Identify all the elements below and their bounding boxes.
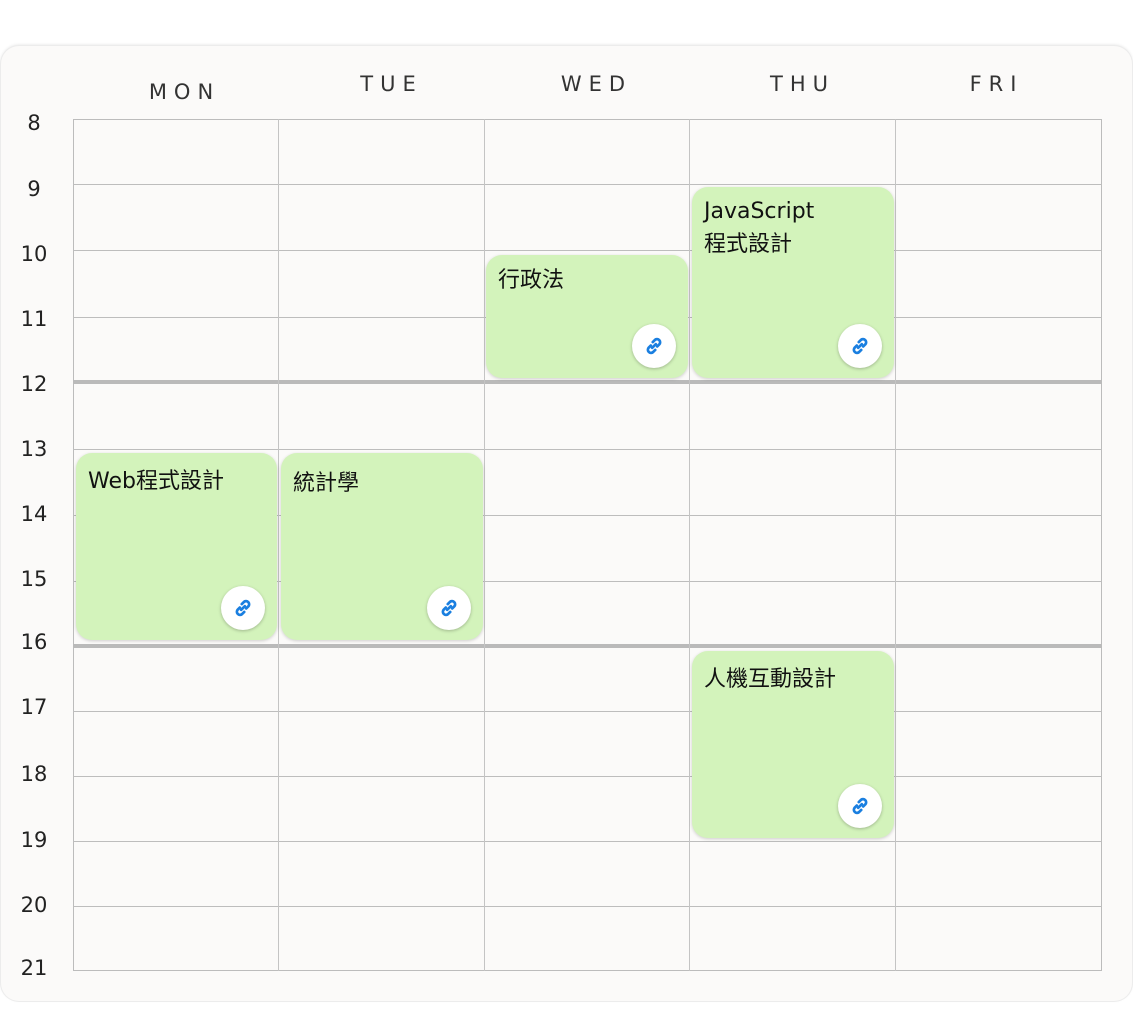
link-icon [441, 599, 457, 617]
link-icon [852, 797, 868, 815]
course-block-web-programming[interactable]: Web程式設計 [76, 453, 277, 640]
hour-label: 16 [20, 630, 48, 654]
course-block-statistics[interactable]: 統計學 [281, 453, 483, 640]
hour-label: 17 [20, 695, 48, 719]
hour-label: 20 [20, 893, 48, 917]
day-gridline [689, 119, 690, 971]
hour-label: 10 [20, 242, 48, 266]
course-block-javascript[interactable]: JavaScript 程式設計 [692, 187, 894, 378]
hour-label: 12 [20, 372, 48, 396]
course-block-hci-design[interactable]: 人機互動設計 [692, 651, 894, 838]
day-header-tue: TUE [360, 72, 423, 96]
course-link-button[interactable] [838, 784, 882, 828]
hour-label: 13 [20, 437, 48, 461]
hour-gridline [73, 449, 1102, 450]
course-name: 統計學 [293, 471, 360, 496]
course-link-button[interactable] [427, 586, 471, 630]
link-icon [646, 337, 662, 355]
day-header-fri: FRI [969, 72, 1024, 96]
hour-gridline [73, 841, 1102, 842]
hour-label: 14 [20, 502, 48, 526]
link-icon [235, 599, 251, 617]
hour-label: 9 [27, 177, 41, 201]
evening-divider [73, 644, 1102, 648]
hour-gridline [73, 184, 1102, 185]
day-gridline [484, 119, 485, 971]
course-link-button[interactable] [221, 586, 265, 630]
hour-label: 11 [20, 307, 48, 331]
day-header-wed: WED [560, 72, 633, 96]
hour-label: 19 [20, 828, 48, 852]
hour-gridline [73, 250, 1102, 251]
noon-divider [73, 380, 1102, 384]
course-name: Web程式設計 [88, 469, 224, 494]
course-name: JavaScript 程式設計 [704, 199, 815, 257]
hour-gridline [73, 776, 1102, 777]
hour-label: 8 [27, 111, 41, 135]
hour-label: 18 [20, 762, 48, 786]
hour-label: 21 [20, 956, 48, 980]
day-gridline [278, 119, 279, 971]
course-name: 人機互動設計 [704, 667, 837, 692]
hour-label: 15 [20, 567, 48, 591]
hour-gridline [73, 906, 1102, 907]
course-link-button[interactable] [838, 324, 882, 368]
course-link-button[interactable] [632, 324, 676, 368]
link-icon [852, 337, 868, 355]
day-header-mon: MON [148, 80, 221, 104]
day-gridline [895, 119, 896, 971]
course-block-administrative-law[interactable]: 行政法 [486, 255, 688, 378]
hour-gridline [73, 711, 1102, 712]
course-name: 行政法 [498, 268, 565, 293]
day-header-thu: THU [770, 72, 835, 96]
